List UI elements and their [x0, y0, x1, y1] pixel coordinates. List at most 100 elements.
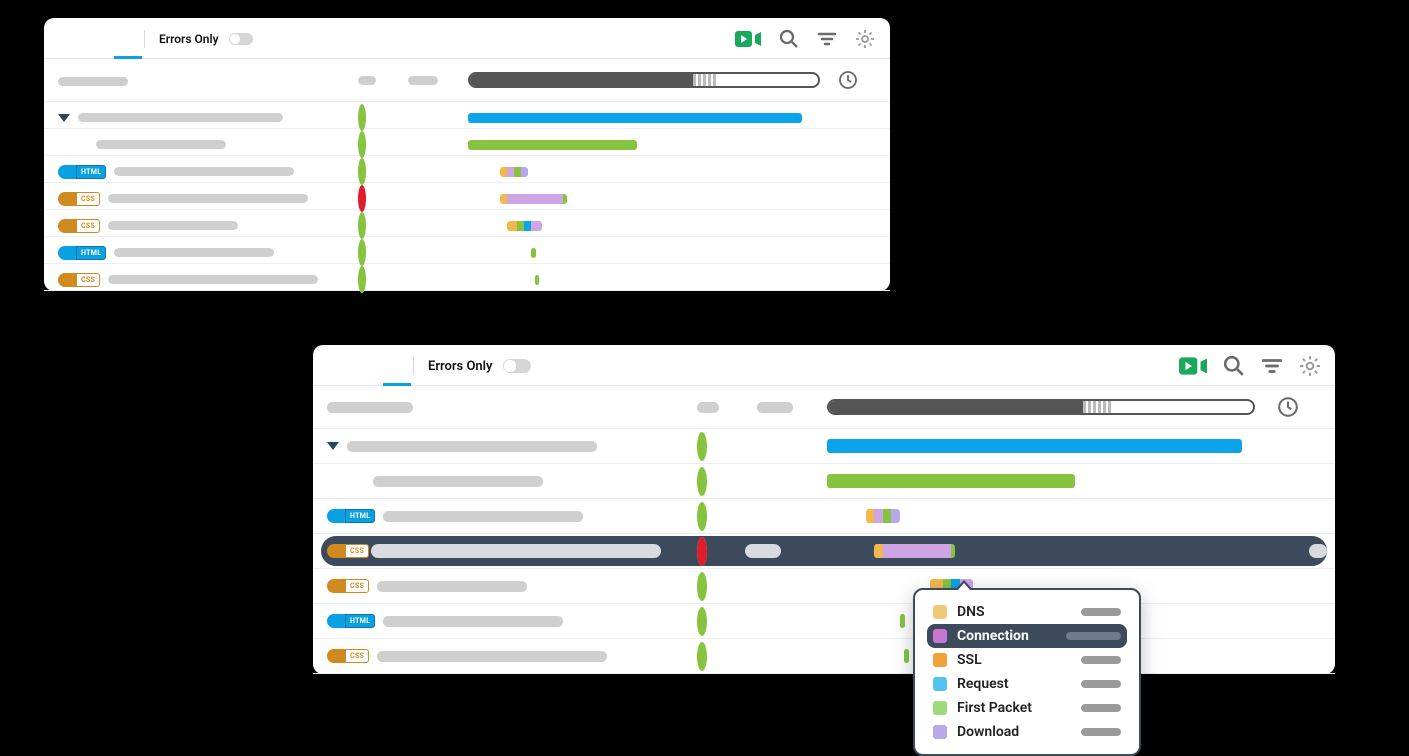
clock-icon[interactable]	[1277, 396, 1299, 418]
filter-icon[interactable]	[816, 28, 838, 50]
waterfall-panel-large: Errors Only HTML CSS	[313, 345, 1335, 674]
status-ok-icon	[358, 239, 366, 266]
timing-bar[interactable]	[827, 534, 1255, 568]
legend-label: First Packet	[957, 700, 1032, 716]
columns-header-row	[313, 386, 1335, 429]
toolbar-divider	[413, 357, 414, 375]
timing-bar[interactable]	[827, 470, 1255, 492]
timing-bar[interactable]	[468, 108, 820, 127]
waterfall-row[interactable]: CSS	[44, 210, 890, 237]
legend-item-request[interactable]: Request	[927, 672, 1127, 696]
waterfall-row[interactable]	[44, 102, 890, 129]
legend-swatch	[933, 605, 947, 619]
legend-label: SSL	[957, 652, 982, 668]
request-name	[108, 221, 238, 230]
waterfall-row[interactable]	[44, 129, 890, 156]
status-ok-icon	[697, 642, 707, 671]
html-badge: HTML	[327, 614, 375, 628]
legend-item-first_packet[interactable]: First Packet	[927, 696, 1127, 720]
timing-bar[interactable]	[468, 135, 820, 154]
video-icon[interactable]	[734, 28, 762, 50]
status-ok-icon	[358, 158, 366, 185]
timing-bar[interactable]	[468, 243, 820, 262]
waterfall-row[interactable]: CSS	[313, 639, 1335, 674]
col-size-header	[408, 76, 438, 85]
legend-label: Connection	[957, 628, 1029, 644]
waterfall-row[interactable]	[313, 464, 1335, 499]
request-name	[377, 581, 527, 592]
legend-swatch	[933, 701, 947, 715]
panel-toolbar: Errors Only	[44, 18, 890, 59]
legend-value	[1066, 632, 1121, 640]
legend-item-download[interactable]: Download	[927, 720, 1127, 744]
legend-item-dns[interactable]: DNS	[927, 600, 1127, 624]
status-ok-icon	[697, 502, 707, 531]
request-name	[347, 441, 597, 452]
search-icon[interactable]	[1223, 355, 1245, 377]
request-name	[114, 167, 294, 176]
waterfall-row[interactable]: CSS	[313, 534, 1335, 569]
html-badge: HTML	[58, 165, 106, 179]
waterfall-row[interactable]: HTML	[313, 604, 1335, 639]
request-name	[383, 511, 583, 522]
timing-bar[interactable]	[468, 162, 820, 181]
errors-only-toggle[interactable]	[503, 359, 531, 373]
legend-value	[1081, 704, 1121, 712]
legend-value	[1081, 608, 1121, 616]
filter-icon[interactable]	[1261, 355, 1283, 377]
request-name	[114, 248, 274, 257]
legend-item-connection[interactable]: Connection	[927, 624, 1127, 648]
css-badge: CSS	[58, 192, 100, 206]
timing-legend-popover: DNS Connection SSL Request First Packet Downl…	[913, 588, 1141, 756]
gear-icon[interactable]	[1299, 355, 1321, 377]
time-scrubber[interactable]	[827, 399, 1255, 415]
col-name-header	[58, 77, 128, 86]
status-ok-icon	[697, 432, 707, 461]
request-name	[383, 616, 563, 627]
status-ok-icon	[697, 467, 707, 496]
waterfall-row[interactable]: CSS	[44, 264, 890, 291]
search-icon[interactable]	[778, 28, 800, 50]
status-error-icon	[358, 185, 366, 212]
waterfall-row[interactable]: HTML	[44, 237, 890, 264]
waterfall-row[interactable]: CSS	[44, 183, 890, 210]
col-name-header	[327, 402, 413, 413]
waterfall-row[interactable]	[313, 429, 1335, 464]
css-badge: CSS	[327, 544, 369, 558]
columns-header-row	[44, 59, 890, 102]
expand-caret-icon[interactable]	[327, 442, 339, 450]
time-scrubber[interactable]	[468, 72, 820, 88]
status-ok-icon	[358, 266, 366, 293]
waterfall-panel-small: Errors Only HTMLCSS	[44, 18, 890, 291]
waterfall-row[interactable]: CSS	[313, 569, 1335, 604]
legend-value	[1081, 656, 1121, 664]
clock-icon[interactable]	[837, 69, 859, 91]
timing-bar[interactable]	[827, 435, 1255, 457]
status-ok-icon	[697, 607, 707, 636]
request-name	[96, 140, 226, 149]
legend-label: Download	[957, 724, 1019, 740]
legend-label: Request	[957, 676, 1009, 692]
errors-only-toggle[interactable]	[229, 33, 253, 45]
timing-bar[interactable]	[468, 216, 820, 235]
timing-bar[interactable]	[468, 270, 820, 289]
css-badge: CSS	[58, 219, 100, 233]
col-status-header	[697, 402, 719, 413]
css-badge: CSS	[327, 579, 369, 593]
request-name	[377, 651, 607, 662]
waterfall-row[interactable]: HTML	[313, 499, 1335, 534]
status-error-icon	[697, 537, 707, 566]
gear-icon[interactable]	[854, 28, 876, 50]
css-badge: CSS	[327, 649, 369, 663]
timing-bar[interactable]	[468, 189, 820, 208]
legend-swatch	[933, 629, 947, 643]
timing-bar[interactable]	[827, 505, 1255, 527]
expand-caret-icon[interactable]	[58, 114, 70, 122]
waterfall-row[interactable]: HTML	[44, 156, 890, 183]
request-name	[108, 194, 308, 203]
errors-only-label: Errors Only	[428, 359, 493, 374]
video-icon[interactable]	[1179, 355, 1207, 377]
col-size-header	[757, 402, 793, 413]
panel-toolbar: Errors Only	[313, 345, 1335, 386]
legend-item-ssl[interactable]: SSL	[927, 648, 1127, 672]
